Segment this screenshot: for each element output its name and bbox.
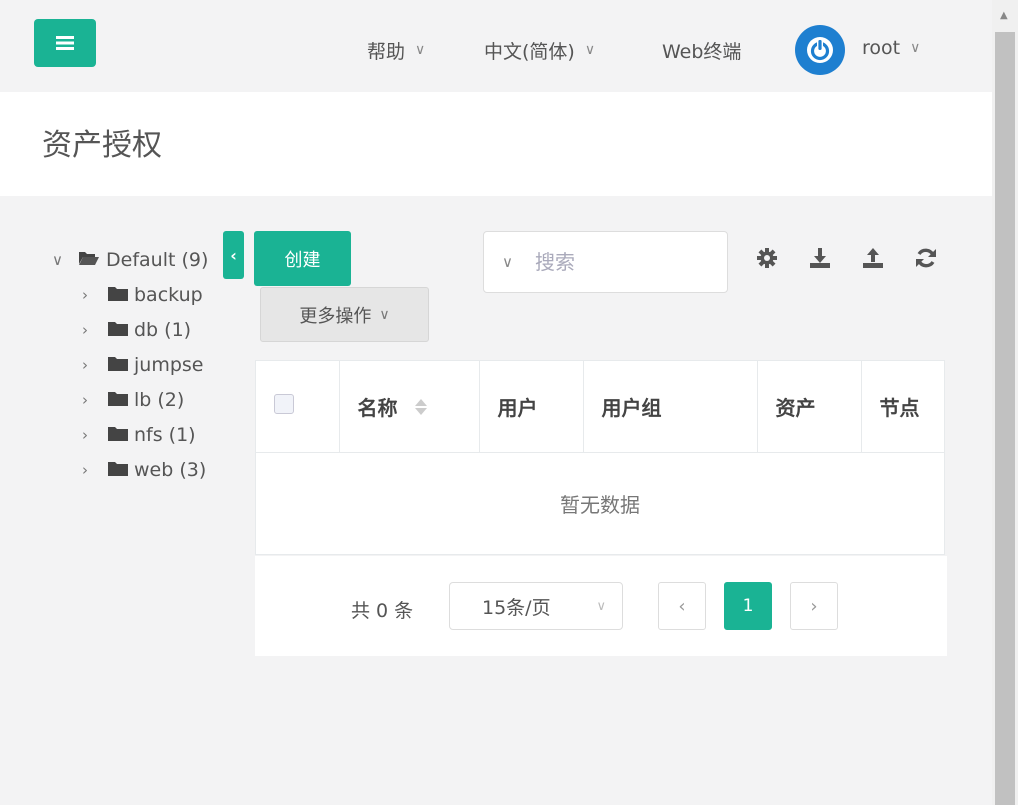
help-label: 帮助 [367,40,406,63]
folder-icon [108,354,128,376]
chevron-down-icon: ∨ [910,40,921,56]
chevron-left-icon: ‹ [230,245,237,265]
scrollbar-thumb[interactable] [995,32,1015,805]
language-label: 中文(简体) [484,40,575,63]
tree-node-web[interactable]: › web (3) [52,452,224,487]
page-size-select[interactable]: 15条/页 ∨ [449,582,623,630]
tree-node-label: jumpse [134,353,204,376]
chevron-right-icon[interactable]: › [82,461,108,479]
table-header-row: 名称 用户 用户组 资产 节点 [256,361,944,453]
tree-node-label: nfs (1) [134,423,196,446]
chevron-right-icon[interactable]: › [82,286,108,304]
upload-icon [863,248,883,268]
user-menu[interactable]: root ∨ [862,28,920,68]
sort-icon[interactable] [414,397,428,421]
folder-icon [108,389,128,411]
chevron-right-icon[interactable]: › [82,356,108,374]
user-label: root [862,37,901,59]
column-label: 用户 [497,395,538,420]
chevron-left-icon: ‹ [678,595,686,617]
hamburger-icon [56,36,74,50]
download-icon [810,248,830,268]
chevron-down-icon: ∨ [596,598,606,614]
chevron-right-icon: › [810,595,818,617]
search-box[interactable]: ∨ [483,231,728,293]
tree-node-label: db (1) [134,318,192,341]
refresh-button[interactable] [913,245,939,271]
refresh-icon [916,248,936,268]
column-header-node: 节点 [861,361,944,453]
total-count: 共 0 条 [351,600,414,622]
vertical-scrollbar[interactable]: ▲ [992,0,1018,805]
page-title: 资产授权 [42,128,162,163]
settings-button[interactable] [754,245,780,271]
page-size-value: 15条/页 [482,596,551,619]
export-button[interactable] [807,245,833,271]
empty-text: 暂无数据 [560,493,640,518]
folder-icon [108,319,128,341]
node-tree: ∨ Default (9) › backup › db (1) › jumpse… [52,242,224,487]
page-number-button[interactable]: 1 [724,582,772,630]
chevron-down-icon[interactable]: ∨ [52,251,78,269]
select-all-cell [256,361,340,453]
page-heading: 资产授权 [0,92,992,196]
scroll-up-arrow-icon[interactable]: ▲ [1000,10,1008,21]
tree-node-label: backup [134,283,203,306]
folder-icon [108,284,128,306]
chevron-down-icon: ∨ [415,42,426,58]
top-navbar: 帮助 ∨ 中文(简体) ∨ Web终端 root ∨ [0,0,992,92]
more-actions-label: 更多操作 [299,305,372,327]
chevron-right-icon[interactable]: › [82,321,108,339]
next-page-button[interactable]: › [790,582,838,630]
column-header-asset: 资产 [757,361,862,453]
tree-node-jumpserver[interactable]: › jumpse [52,347,224,382]
chevron-down-icon: ∨ [379,306,390,323]
column-label: 名称 [357,395,398,420]
tree-node-label: lb (2) [134,388,185,411]
tree-node-backup[interactable]: › backup [52,277,224,312]
empty-row: 暂无数据 [256,452,944,555]
prev-page-button[interactable]: ‹ [658,582,706,630]
column-header-user-group: 用户组 [583,361,758,453]
tree-node-default[interactable]: ∨ Default (9) [52,242,224,277]
folder-open-icon [78,249,100,271]
language-menu[interactable]: 中文(简体) ∨ [484,30,595,70]
chevron-down-icon[interactable]: ∨ [502,253,513,271]
chevron-down-icon: ∨ [584,42,596,58]
power-icon [807,37,833,63]
folder-icon [108,459,128,481]
tree-node-db[interactable]: › db (1) [52,312,224,347]
avatar[interactable] [795,25,845,75]
sidebar-toggle-button[interactable] [34,19,96,67]
column-header-name[interactable]: 名称 [339,361,480,453]
web-terminal-label: Web终端 [662,40,742,63]
web-terminal-link[interactable]: Web终端 [662,30,741,70]
tree-node-nfs[interactable]: › nfs (1) [52,417,224,452]
column-label: 用户组 [601,395,662,420]
tree-collapse-button[interactable]: ‹ [223,231,244,279]
help-menu[interactable]: 帮助 ∨ [367,30,425,70]
chevron-right-icon[interactable]: › [82,426,108,444]
pagination: 共 0 条 15条/页 ∨ ‹ 1 › [255,556,947,656]
data-table: 名称 用户 用户组 资产 节点 暂无数据 [255,360,945,555]
gear-icon [757,248,777,268]
column-header-user: 用户 [479,361,584,453]
select-all-checkbox[interactable] [274,393,294,414]
tree-node-label: web (3) [134,458,207,481]
folder-icon [108,424,128,446]
create-button[interactable]: 创建 [254,231,351,286]
import-button[interactable] [860,245,886,271]
more-actions-button[interactable]: 更多操作 ∨ [260,287,429,342]
chevron-right-icon[interactable]: › [82,391,108,409]
search-input[interactable] [534,250,685,274]
column-label: 节点 [879,395,920,420]
column-label: 资产 [775,395,816,420]
tree-node-label: Default (9) [106,248,209,271]
tree-node-lb[interactable]: › lb (2) [52,382,224,417]
